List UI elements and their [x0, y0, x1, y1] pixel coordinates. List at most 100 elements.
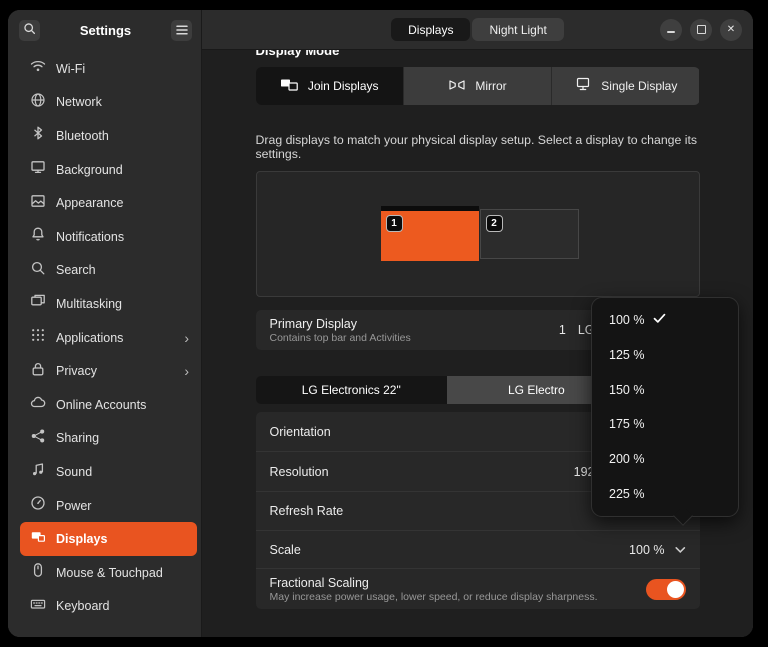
sidebar-item-notifications[interactable]: Notifications — [20, 220, 197, 254]
share-icon — [30, 428, 46, 449]
tab-displays[interactable]: Displays — [391, 18, 470, 41]
single-display-label: Single Display — [601, 79, 677, 93]
sidebar-item-sound[interactable]: Sound — [20, 455, 197, 489]
maximize-button[interactable] — [690, 19, 712, 41]
scale-row[interactable]: Scale 100 % — [256, 530, 700, 568]
join-displays-button[interactable]: Join Displays — [256, 67, 403, 105]
window-title: Settings — [40, 23, 171, 38]
scale-option-225[interactable]: 225 % — [592, 476, 738, 511]
multitasking-icon — [30, 293, 46, 314]
cloud-icon — [30, 394, 46, 415]
sidebar-item-network[interactable]: Network — [20, 86, 197, 120]
sidebar-item-label: Bluetooth — [56, 129, 109, 143]
scale-option-125[interactable]: 125 % — [592, 338, 738, 373]
displays-icon — [30, 529, 46, 550]
sidebar-item-displays[interactable]: Displays — [20, 522, 197, 556]
sidebar-item-multitasking[interactable]: Multitasking — [20, 287, 197, 321]
scale-option-100[interactable]: 100 % — [592, 303, 738, 338]
scale-option-label: 175 % — [609, 417, 644, 431]
sidebar-item-appearance[interactable]: Appearance — [20, 186, 197, 220]
display-mode-label: Display Mode — [256, 50, 700, 58]
scale-option-175[interactable]: 175 % — [592, 407, 738, 442]
primary-display-number: 1 — [559, 323, 566, 337]
applications-icon — [30, 327, 46, 348]
monitor-tab-lg-22[interactable]: LG Electronics 22" — [256, 376, 448, 404]
sidebar-item-label: Multitasking — [56, 297, 122, 311]
display-1-badge: 1 — [386, 215, 403, 232]
power-icon — [30, 495, 46, 516]
sidebar-item-sharing[interactable]: Sharing — [20, 422, 197, 456]
sidebar-item-bluetooth[interactable]: Bluetooth — [20, 119, 197, 153]
fractional-scaling-toggle[interactable] — [646, 579, 686, 600]
minimize-icon — [667, 31, 675, 33]
window-controls: ✕ — [660, 10, 742, 49]
sidebar-item-label: Sound — [56, 465, 92, 479]
mirror-button[interactable]: Mirror — [403, 67, 551, 105]
primary-display-value: 1 LG — [559, 323, 595, 337]
sidebar-item-label: Sharing — [56, 431, 99, 445]
join-displays-icon — [280, 78, 299, 95]
sidebar-item-applications[interactable]: Applications › — [20, 321, 197, 355]
sidebar-item-power[interactable]: Power — [20, 489, 197, 523]
fractional-scaling-row[interactable]: Fractional Scaling May increase power us… — [256, 568, 700, 609]
hamburger-icon — [176, 23, 188, 38]
display-2-badge: 2 — [486, 215, 503, 232]
sidebar-item-label: Background — [56, 163, 123, 177]
settings-window: Settings Displays Night Light ✕ Wi-Fi Ne… — [8, 10, 753, 637]
scale-option-label: 100 % — [609, 313, 644, 327]
scale-option-label: 125 % — [609, 348, 644, 362]
single-display-icon — [574, 77, 592, 95]
search-icon — [23, 22, 36, 38]
sidebar-item-online-accounts[interactable]: Online Accounts — [20, 388, 197, 422]
scale-option-150[interactable]: 150 % — [592, 372, 738, 407]
sidebar-item-mouse-touchpad[interactable]: Mouse & Touchpad — [20, 556, 197, 590]
sidebar-item-label: Network — [56, 95, 102, 109]
scale-option-label: 225 % — [609, 487, 644, 501]
view-switcher: Displays Night Light — [391, 18, 564, 41]
display-mode-switcher: Join Displays Mirror Single Display — [256, 67, 700, 105]
sidebar-item-label: Appearance — [56, 196, 123, 210]
search-icon — [30, 260, 46, 281]
resolution-label: Resolution — [270, 465, 329, 479]
search-button[interactable] — [19, 20, 40, 41]
sidebar-item-search[interactable]: Search — [20, 254, 197, 288]
mirror-icon — [448, 78, 466, 95]
close-button[interactable]: ✕ — [720, 19, 742, 41]
single-display-button[interactable]: Single Display — [551, 67, 699, 105]
tab-night-light[interactable]: Night Light — [472, 18, 563, 41]
scale-popover: 100 % 125 % 150 % 175 % 200 % 225 % — [591, 297, 739, 517]
display-2[interactable]: 2 — [480, 209, 579, 259]
sidebar-item-label: Search — [56, 263, 96, 277]
minimize-button[interactable] — [660, 19, 682, 41]
sidebar-item-label: Wi-Fi — [56, 62, 85, 76]
check-icon — [653, 313, 666, 327]
chevron-right-icon: › — [184, 364, 189, 378]
join-displays-label: Join Displays — [308, 79, 379, 93]
display-1[interactable]: 1 — [381, 206, 479, 261]
fractional-scaling-description: May increase power usage, lower speed, o… — [270, 591, 598, 603]
chevron-right-icon: › — [184, 331, 189, 345]
scale-dropdown[interactable]: 100 % — [629, 543, 685, 557]
chevron-down-icon — [675, 543, 686, 557]
network-icon — [30, 92, 46, 113]
maximize-icon — [697, 25, 706, 34]
scale-option-200[interactable]: 200 % — [592, 442, 738, 477]
sidebar-item-label: Power — [56, 499, 91, 513]
appearance-icon — [30, 193, 46, 214]
main-content: Display Mode Join Displays Mirror Single… — [202, 50, 753, 637]
scale-value: 100 % — [629, 543, 664, 557]
sidebar-item-privacy[interactable]: Privacy › — [20, 354, 197, 388]
sidebar-item-wifi[interactable]: Wi-Fi — [20, 52, 197, 86]
bell-icon — [30, 226, 46, 247]
sidebar-item-label: Online Accounts — [56, 398, 146, 412]
sidebar-item-label: Mouse & Touchpad — [56, 566, 163, 580]
sidebar-item-keyboard[interactable]: Keyboard — [20, 590, 197, 624]
mirror-label: Mirror — [475, 79, 506, 93]
bluetooth-icon — [30, 125, 46, 146]
sidebar-item-label: Privacy — [56, 364, 97, 378]
sidebar-item-label: Applications — [56, 331, 123, 345]
sidebar-item-label: Keyboard — [56, 599, 110, 613]
sound-icon — [30, 461, 46, 482]
sidebar-item-background[interactable]: Background — [20, 153, 197, 187]
menu-button[interactable] — [171, 20, 192, 41]
